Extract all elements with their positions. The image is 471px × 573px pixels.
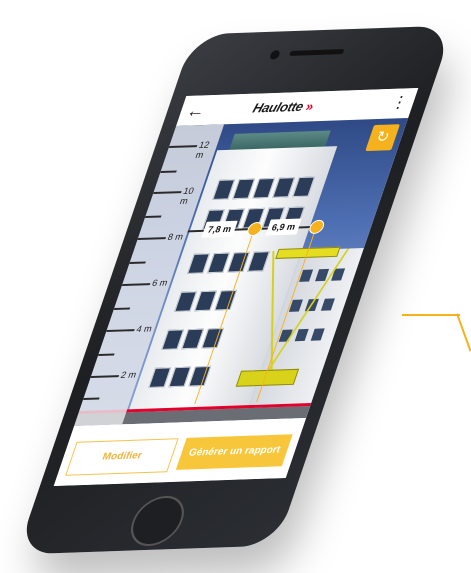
phone-body: ← Haulotte » ⋮ 12 m 10 m 8 m 6 m 4 m 2 m… [16,25,454,555]
ruler-tick [90,375,120,379]
measurement-label-left: 7,8 m [201,220,238,238]
brand-logo-text: Haulotte [250,98,306,116]
brand-logo: Haulotte » [251,98,316,115]
ruler-tick [153,191,182,195]
brand-logo-chevrons: » [303,98,316,114]
ruler-tick [97,353,115,357]
home-button[interactable] [123,495,191,547]
ruler-label: 6 m [150,277,170,289]
ruler-tick [82,397,100,401]
front-camera [267,49,283,61]
ruler-tick [106,329,135,333]
measurement-label-right: 6,9 m [265,218,302,236]
generate-report-button[interactable]: Générer un rapport [175,434,293,470]
ruler-tick [121,283,151,287]
ruler-tick [113,307,131,311]
more-vertical-icon[interactable]: ⋮ [388,93,411,114]
ruler-label: 2 m [119,369,138,381]
action-bar: Modifier Générer un rapport [53,417,307,487]
ruler-tick [168,145,198,149]
ruler-label: 8 m [166,231,185,243]
modify-button[interactable]: Modifier [65,438,179,476]
speaker-grille [288,49,345,56]
ruler-label: 4 m [135,323,154,335]
app-screen: ← Haulotte » ⋮ 12 m 10 m 8 m 6 m 4 m 2 m… [53,87,419,487]
ar-camera-view[interactable]: 12 m 10 m 8 m 6 m 4 m 2 m 7,8 m 6,9 m ↻ [74,117,409,427]
ruler-tick [137,237,167,241]
phone-mockup: ← Haulotte » ⋮ 12 m 10 m 8 m 6 m 4 m 2 m… [0,0,471,573]
ruler-tick [160,170,177,174]
refresh-button[interactable]: ↻ [365,124,401,152]
refresh-icon: ↻ [373,128,393,146]
ruler-tick [144,215,162,219]
arrow-left-icon[interactable]: ← [183,99,209,122]
decorative-accent-line [402,314,460,316]
ruler-tick [129,261,146,265]
